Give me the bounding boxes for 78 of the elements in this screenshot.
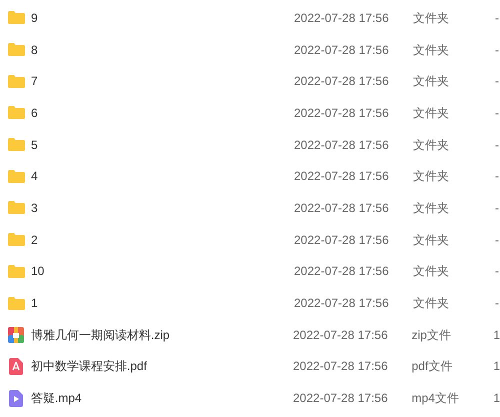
- modified-date: 2022-07-28 17:56: [294, 136, 390, 154]
- file-type: 文件夹: [413, 42, 450, 59]
- file-row[interactable]: 1 2022-07-28 17:56 文件夹 -: [0, 287, 500, 319]
- file-size: -: [495, 263, 499, 280]
- file-type: 文件夹: [413, 168, 450, 186]
- file-type: 文件夹: [413, 73, 450, 90]
- file-name: 7: [31, 73, 39, 90]
- file-size: 1: [493, 358, 500, 376]
- file-row[interactable]: 8 2022-07-28 17:56 文件夹 -: [0, 34, 500, 66]
- file-type: 文件夹: [413, 263, 450, 280]
- file-type: 文件夹: [413, 10, 450, 27]
- file-size: 1: [493, 326, 500, 344]
- modified-date: 2022-07-28 17:56: [293, 326, 389, 344]
- modified-date: 2022-07-28 17:56: [293, 390, 389, 408]
- file-row[interactable]: 6 2022-07-28 17:56 文件夹 -: [0, 97, 500, 129]
- folder-icon: [8, 296, 24, 310]
- modified-date: 2022-07-28 17:56: [294, 10, 390, 27]
- archive-icon: [8, 326, 24, 343]
- file-row[interactable]: 9 2022-07-28 17:56 文件夹 -: [0, 2, 500, 34]
- modified-date: 2022-07-28 17:56: [294, 200, 390, 217]
- file-type: 文件夹: [413, 200, 450, 217]
- folder-icon: [8, 201, 24, 214]
- file-type: mp4文件: [412, 390, 460, 408]
- file-name: 2: [31, 232, 39, 249]
- file-type: 文件夹: [413, 295, 450, 312]
- file-row[interactable]: 答疑.mp4 2022-07-28 17:56 mp4文件 1: [0, 382, 500, 414]
- folder-icon: [8, 138, 24, 152]
- file-size: -: [495, 10, 499, 27]
- file-row[interactable]: 2 2022-07-28 17:56 文件夹 -: [0, 224, 500, 256]
- folder-icon: [8, 233, 24, 246]
- file-name: 9: [31, 10, 39, 27]
- modified-date: 2022-07-28 17:56: [294, 104, 390, 122]
- file-type: 文件夹: [413, 232, 450, 249]
- folder-icon: [8, 11, 24, 24]
- folder-icon: [8, 106, 24, 120]
- file-row[interactable]: 博雅几何一期阅读材料.zip 2022-07-28 17:56 zip文件 1: [0, 318, 500, 351]
- file-row[interactable]: 3 2022-07-28 17:56 文件夹 -: [0, 192, 500, 224]
- file-row[interactable]: 7 2022-07-28 17:56 文件夹 -: [0, 65, 500, 98]
- file-name: 答疑.mp4: [30, 390, 83, 408]
- file-type: 文件夹: [413, 136, 450, 154]
- folder-icon: [8, 74, 24, 88]
- folder-icon: [8, 43, 24, 56]
- file-name: 8: [31, 42, 39, 59]
- pdf-icon: [8, 358, 23, 375]
- file-name: 6: [31, 104, 39, 122]
- modified-date: 2022-07-28 17:56: [294, 263, 390, 280]
- modified-date: 2022-07-28 17:56: [294, 295, 390, 312]
- file-size: -: [495, 200, 499, 217]
- folder-icon: [8, 170, 24, 183]
- file-type: zip文件: [412, 326, 452, 344]
- file-name: 3: [31, 200, 39, 217]
- file-name: 初中数学课程安排.pdf: [30, 358, 148, 376]
- modified-date: 2022-07-28 17:56: [294, 168, 390, 186]
- file-size: -: [495, 295, 499, 312]
- file-name: 4: [31, 168, 39, 186]
- file-size: -: [495, 232, 499, 249]
- file-name: 10: [31, 263, 46, 280]
- file-name: 5: [31, 136, 39, 154]
- modified-date: 2022-07-28 17:56: [294, 73, 390, 90]
- file-row[interactable]: 4 2022-07-28 17:56 文件夹 -: [0, 160, 500, 192]
- file-name: 博雅几何一期阅读材料.zip: [30, 326, 171, 344]
- file-size: 1: [493, 390, 500, 408]
- file-row[interactable]: 初中数学课程安排.pdf 2022-07-28 17:56 pdf文件 1: [0, 350, 500, 382]
- file-size: -: [495, 168, 499, 186]
- file-name: 1: [31, 295, 39, 312]
- file-type: pdf文件: [412, 358, 454, 376]
- file-size: -: [495, 136, 499, 154]
- folder-icon: [8, 264, 24, 278]
- file-row[interactable]: 10 2022-07-28 17:56 文件夹 -: [0, 256, 500, 288]
- file-type: 文件夹: [413, 104, 450, 122]
- file-size: -: [495, 73, 499, 90]
- modified-date: 2022-07-28 17:56: [293, 358, 389, 376]
- file-size: -: [495, 42, 499, 59]
- file-row[interactable]: 5 2022-07-28 17:56 文件夹 -: [0, 128, 500, 160]
- video-file-icon: [8, 390, 23, 407]
- modified-date: 2022-07-28 17:56: [294, 232, 390, 249]
- file-size: -: [495, 104, 499, 122]
- modified-date: 2022-07-28 17:56: [294, 42, 390, 59]
